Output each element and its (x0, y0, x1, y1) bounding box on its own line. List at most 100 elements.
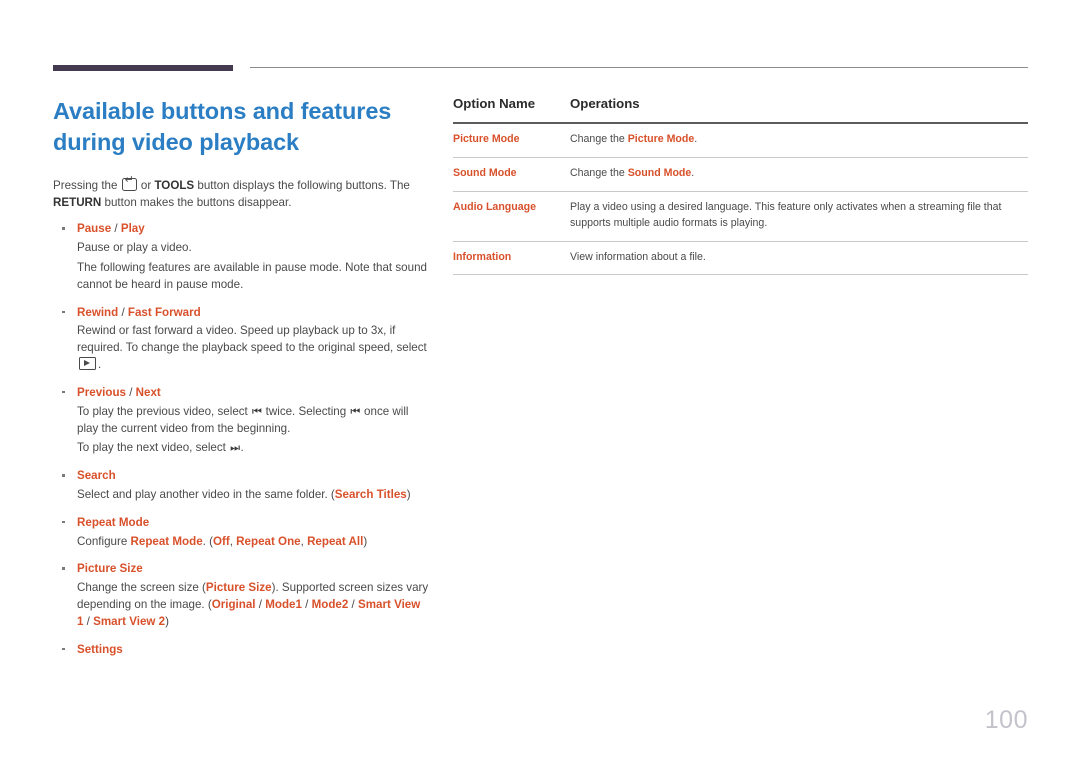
intro-text-4: button makes the buttons disappear. (101, 195, 292, 209)
table-cell-option-name: Picture Mode (453, 123, 570, 158)
bullet-text-5: . (240, 441, 244, 455)
op-text-2: . (694, 133, 698, 145)
table-cell-option-name: Audio Language (453, 191, 570, 242)
op-accent: Sound Mode (627, 166, 692, 179)
bullet-title-settings: Settings (77, 642, 433, 659)
page-title-line1: Available buttons and features (53, 98, 392, 124)
bullet-title-main: Search (77, 469, 116, 483)
bullet-title-main: Previous (77, 385, 126, 399)
table-cell-operations: Change the Picture Mode. (570, 123, 1028, 158)
enter-key-icon (121, 175, 137, 192)
return-label: RETURN (53, 195, 102, 209)
bullet-text-1: To play the previous video, select (77, 404, 252, 418)
bullet-title-alt: Fast Forward (127, 305, 201, 319)
bullet-text-1: Rewind or fast forward a video. Speed up… (77, 324, 427, 355)
bullet-sep-4: / (83, 614, 94, 628)
op-text-1: View information about a file. (570, 250, 706, 263)
bullet-body-line: Change the screen size (Picture Size). S… (77, 580, 429, 630)
bullet-text-1: Configure (77, 534, 131, 548)
table-row: Picture Mode Change the Picture Mode. (453, 123, 1028, 158)
bullet-text-2: ) (406, 488, 411, 502)
next-track-icon: ⏭ (230, 442, 240, 455)
previous-track-icon: ⏮ (252, 405, 262, 418)
bullet-title-alt: Next (135, 385, 161, 399)
bullet-title-main: Picture Size (77, 562, 143, 576)
intro-text-3: button displays the following buttons. T… (194, 179, 410, 193)
op-text-1: Change the (570, 133, 628, 145)
list-item-repeat-mode: Repeat Mode Configure Repeat Mode. (Off,… (53, 515, 433, 551)
bullet-text-1: Select and play another video in the sam… (77, 488, 335, 502)
bullet-sep-1: / (255, 598, 266, 612)
header-rule-line (250, 67, 1028, 68)
bullet-body-line: Pause or play a video. (77, 241, 192, 255)
right-content-column: Option Name Operations Picture Mode Chan… (453, 96, 1028, 276)
bullet-title-main: Repeat Mode (77, 515, 150, 529)
table-row: Audio Language Play a video using a desi… (453, 191, 1028, 242)
header-accent-bar (53, 65, 233, 71)
document-page: Available buttons and features during vi… (0, 0, 1080, 763)
accent-repeat-mode: Repeat Mode (130, 534, 203, 548)
accent-mode2: Mode2 (311, 598, 349, 612)
list-item-rewind-fast-forward: Rewind / Fast Forward Rewind or fast for… (53, 305, 433, 374)
page-title-line2: during video playback (53, 129, 300, 156)
bullet-title-main: Pause (77, 222, 112, 236)
list-item-previous-next: Previous / Next To play the previous vid… (53, 385, 433, 457)
bullet-title-main: Settings (77, 642, 123, 656)
bullet-sep-3: / (348, 598, 358, 612)
bullet-text-4: To play the next video, select (77, 441, 230, 455)
bullet-title-separator: / (111, 222, 121, 236)
accent-off: Off (212, 534, 230, 548)
accent-mode1: Mode1 (265, 598, 302, 612)
bullet-text-2: . (98, 357, 102, 371)
bullet-body-line: Select and play another video in the sam… (77, 487, 429, 504)
bullet-title-picture-size: Picture Size (77, 561, 433, 578)
op-text-2: . (691, 166, 695, 179)
bullet-text-2: . ( (202, 534, 213, 548)
table-header-row: Option Name Operations (453, 96, 1028, 124)
op-text-1: Change the (570, 166, 628, 179)
table-cell-operations: View information about a file. (570, 241, 1028, 276)
table-header-operations: Operations (570, 96, 1028, 124)
bullet-text-3: ) (165, 614, 169, 628)
table-cell-option-name: Information (453, 241, 570, 276)
bullet-title-pause-play: Pause / Play (77, 221, 433, 238)
bullet-text-5: ) (363, 534, 368, 548)
bullet-title-previous-next: Previous / Next (77, 385, 433, 402)
bullet-sep-2: / (301, 598, 312, 612)
bullet-body-line: Rewind or fast forward a video. Speed up… (77, 323, 429, 373)
table-row: Sound Mode Change the Sound Mode. (453, 157, 1028, 192)
bullet-title-separator: / (118, 305, 128, 319)
bullet-title-rewind-fast-forward: Rewind / Fast Forward (77, 305, 433, 322)
table-cell-option-name: Sound Mode (453, 157, 570, 192)
accent-repeat-one: Repeat One (236, 534, 301, 548)
bullet-body-line: To play the previous video, select ⏮ twi… (77, 404, 429, 438)
bullet-text-2: twice. Selecting (262, 404, 350, 418)
list-item-settings: Settings (53, 642, 433, 659)
page-number: 100 (984, 706, 1028, 734)
play-button-icon (79, 356, 96, 370)
accent-smart-view-2: Smart View 2 (93, 614, 166, 628)
accent-original: Original (211, 598, 256, 612)
page-title: Available buttons and features during vi… (53, 96, 433, 158)
intro-text-2: or (137, 179, 155, 193)
bullet-body-line: Configure Repeat Mode. (Off, Repeat One,… (77, 534, 429, 551)
table-cell-operations: Change the Sound Mode. (570, 157, 1028, 192)
bullet-text-1: Change the screen size ( (77, 581, 206, 595)
options-table: Option Name Operations Picture Mode Chan… (453, 96, 1028, 276)
bullet-title-repeat-mode: Repeat Mode (77, 515, 433, 532)
accent-repeat-all: Repeat All (307, 534, 364, 548)
intro-paragraph: Pressing the or TOOLS button displays th… (53, 175, 415, 211)
list-item-pause-play: Pause / Play Pause or play a video. The … (53, 221, 433, 293)
tools-label: TOOLS (154, 179, 195, 193)
table-header-option-name: Option Name (453, 96, 570, 124)
left-content-column: Available buttons and features during vi… (53, 96, 433, 669)
accent-picture-size: Picture Size (205, 581, 272, 595)
bullet-body-line: The following features are available in … (77, 261, 427, 291)
op-accent: Picture Mode (627, 133, 695, 145)
list-item-picture-size: Picture Size Change the screen size (Pic… (53, 561, 433, 630)
list-item-search: Search Select and play another video in … (53, 468, 433, 504)
bullet-title-separator: / (125, 385, 136, 399)
feature-bullet-list: Pause / Play Pause or play a video. The … (53, 221, 433, 658)
table-row: Information View information about a fil… (453, 241, 1028, 276)
bullet-title-alt: Play (120, 222, 145, 236)
